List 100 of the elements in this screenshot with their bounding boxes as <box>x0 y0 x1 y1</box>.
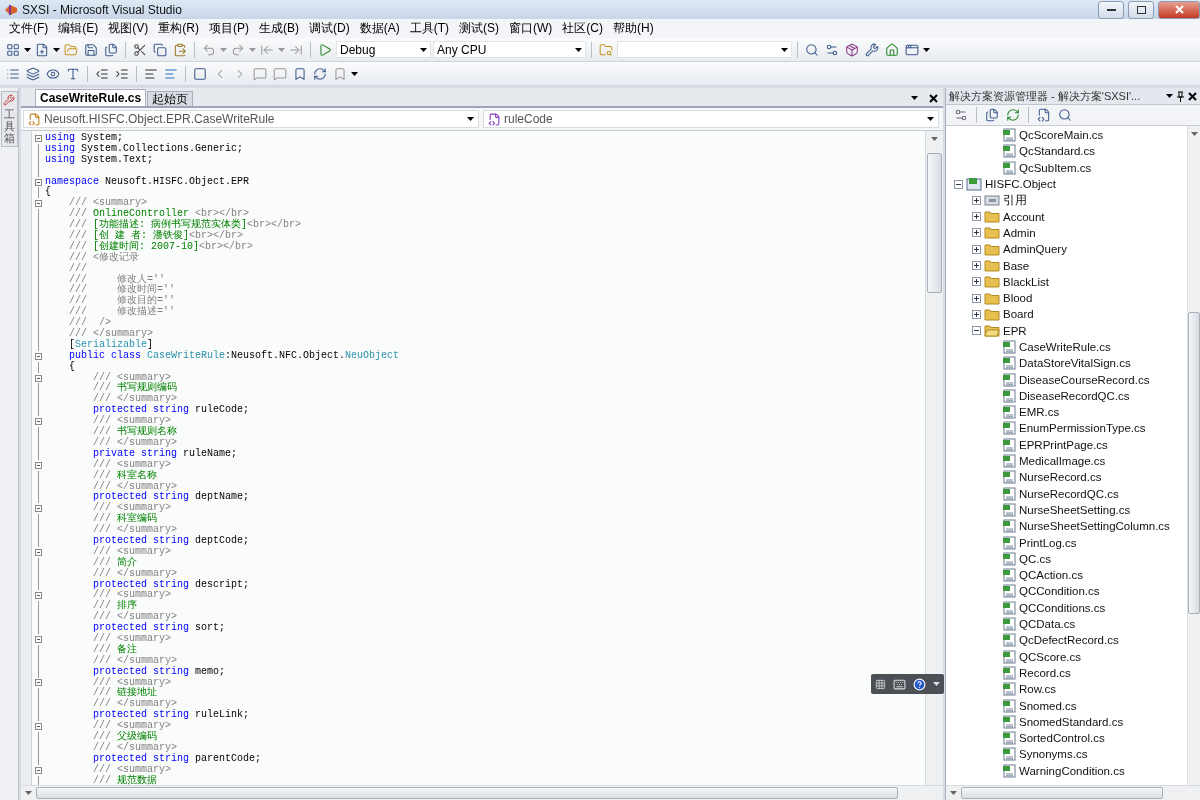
refresh-icon[interactable] <box>1004 106 1022 124</box>
menu-item[interactable]: 文件(F) <box>4 20 54 37</box>
tree-item[interactable]: BlackList <box>1003 275 1050 288</box>
tree-item[interactable]: EPRPrintPage.cs <box>1019 438 1108 451</box>
collapse-icon[interactable] <box>34 592 42 600</box>
tree-item[interactable]: Admin <box>1003 226 1036 239</box>
tree-item[interactable]: NurseRecordQC.cs <box>1019 487 1119 500</box>
tree-item[interactable]: Account <box>1003 210 1045 223</box>
platform-dropdown[interactable]: Any CPU <box>433 41 586 58</box>
collapse-icon[interactable] <box>34 635 42 643</box>
tree-item[interactable]: QCData.cs <box>1019 618 1076 631</box>
tree-item[interactable]: Synonyms.cs <box>1019 748 1088 761</box>
tree-item[interactable]: CaseWriteRule.cs <box>1019 341 1111 353</box>
document-tab[interactable]: CaseWriteRule.cs <box>35 89 147 106</box>
tree-item[interactable]: Record.cs <box>1019 666 1071 679</box>
menu-item[interactable]: 工具(T) <box>404 20 454 37</box>
scroll-thumb[interactable] <box>927 153 942 293</box>
tree-item[interactable]: QCCondition.cs <box>1019 585 1100 598</box>
menu-item[interactable]: 窗口(W) <box>504 20 558 37</box>
close-icon[interactable] <box>1188 91 1197 101</box>
tree-item[interactable]: Board <box>1003 308 1034 321</box>
tree-item[interactable]: QCAction.cs <box>1019 569 1083 582</box>
menu-item[interactable]: 项目(P) <box>204 20 254 37</box>
toolbox-tab[interactable]: 工具箱 <box>0 91 18 148</box>
menu-item[interactable]: 调试(D) <box>304 20 355 37</box>
menu-item[interactable]: 社区(C) <box>557 20 608 37</box>
member-dropdown[interactable]: ruleCode <box>483 110 939 128</box>
configuration-dropdown[interactable]: Debug <box>336 41 431 58</box>
scroll-thumb[interactable] <box>36 787 898 799</box>
collapse-icon[interactable] <box>34 178 42 186</box>
pin-icon[interactable] <box>1176 90 1185 102</box>
tree-item[interactable]: DiseaseRecordQC.cs <box>1019 389 1130 402</box>
collapse-icon[interactable] <box>34 723 42 731</box>
tree-item[interactable]: QCConditions.cs <box>1019 601 1106 614</box>
tree-item[interactable]: QcSubItem.cs <box>1019 161 1092 174</box>
tree-item[interactable]: QcScoreMain.cs <box>1019 129 1104 142</box>
menu-item[interactable]: 数据(A) <box>354 20 405 37</box>
tree-item[interactable]: EPR <box>1003 324 1027 337</box>
menu-item[interactable]: 测试(S) <box>454 20 504 37</box>
collapse-icon[interactable] <box>954 179 963 189</box>
tree-item[interactable]: SnomedStandard.cs <box>1019 715 1124 728</box>
expand-icon[interactable] <box>972 309 981 319</box>
expand-icon[interactable] <box>972 293 981 303</box>
vertical-scrollbar[interactable] <box>925 131 943 785</box>
collapse-icon[interactable] <box>34 679 42 687</box>
toolbox-icon[interactable] <box>863 40 881 59</box>
vertical-scrollbar[interactable] <box>1187 126 1200 785</box>
tree-item[interactable]: NurseRecord.cs <box>1019 471 1102 484</box>
tree-item[interactable]: Base <box>1003 259 1030 272</box>
scroll-thumb[interactable] <box>1188 312 1200 614</box>
collapse-icon[interactable] <box>34 766 42 774</box>
tree-item[interactable]: PrintLog.cs <box>1019 536 1077 549</box>
menu-item[interactable]: 重构(R) <box>153 20 204 37</box>
tree-item[interactable]: QcDefectRecord.cs <box>1019 634 1119 647</box>
tree-item[interactable]: EMR.cs <box>1019 406 1060 419</box>
collapse-icon[interactable] <box>972 326 981 336</box>
tree-item[interactable]: Snomed.cs <box>1019 699 1077 712</box>
tree-item[interactable]: QcStandard.cs <box>1019 145 1096 158</box>
collapse-icon[interactable] <box>34 548 42 556</box>
tree-item[interactable]: DiseaseCourseRecord.cs <box>1019 373 1150 386</box>
tree-item[interactable]: QCScore.cs <box>1019 650 1081 663</box>
menu-item[interactable]: 视图(V) <box>103 20 154 37</box>
tree-item[interactable]: Row.cs <box>1019 683 1057 696</box>
expand-icon[interactable] <box>972 261 981 270</box>
tree-item[interactable]: AdminQuery <box>1003 243 1067 256</box>
tree-item[interactable]: EnumPermissionType.cs <box>1019 422 1146 435</box>
tree-item[interactable]: SortedControl.cs <box>1019 732 1105 745</box>
menu-item[interactable]: 编辑(E) <box>53 20 104 37</box>
menu-item[interactable]: 生成(B) <box>254 20 304 37</box>
collapse-icon[interactable] <box>34 418 42 426</box>
scroll-thumb[interactable] <box>961 787 1163 799</box>
collapse-icon[interactable] <box>34 134 42 142</box>
tree-item[interactable]: MedicalImage.cs <box>1019 455 1106 468</box>
expand-icon[interactable] <box>972 212 981 222</box>
expand-icon[interactable] <box>972 277 981 287</box>
tree-item[interactable]: DataStoreVitalSign.cs <box>1019 357 1131 370</box>
close-button[interactable] <box>1158 0 1200 19</box>
tree-item[interactable]: NurseSheetSettingColumn.cs <box>1019 520 1170 533</box>
show-all-files-icon[interactable] <box>983 106 1001 124</box>
horizontal-scrollbar[interactable] <box>21 785 943 800</box>
horizontal-scrollbar[interactable] <box>946 785 1200 800</box>
tree-item[interactable]: 引用 <box>1003 192 1027 208</box>
collapse-icon[interactable] <box>34 505 42 513</box>
type-dropdown[interactable]: Neusoft.HISFC.Object.EPR.CaseWriteRule <box>23 110 479 128</box>
tree-item[interactable]: WarningCondition.cs <box>1019 764 1125 777</box>
expand-icon[interactable] <box>972 244 981 254</box>
tree-item[interactable]: HISFC.Object <box>985 178 1056 191</box>
maximize-button[interactable] <box>1128 0 1154 19</box>
tree-item[interactable]: QC.cs <box>1019 552 1051 565</box>
minimize-button[interactable] <box>1098 0 1124 19</box>
collapse-icon[interactable] <box>34 374 42 382</box>
collapse-icon[interactable] <box>34 461 42 469</box>
tree-item[interactable]: Blood <box>1003 292 1033 305</box>
expand-icon[interactable] <box>972 228 981 238</box>
collapse-icon[interactable] <box>34 352 42 360</box>
document-tab[interactable]: 起始页 <box>147 91 194 106</box>
collapse-icon[interactable] <box>34 200 42 208</box>
expand-icon[interactable] <box>972 195 981 205</box>
tree-item[interactable]: NurseSheetSetting.cs <box>1019 503 1131 516</box>
menu-item[interactable]: 帮助(H) <box>608 20 659 37</box>
